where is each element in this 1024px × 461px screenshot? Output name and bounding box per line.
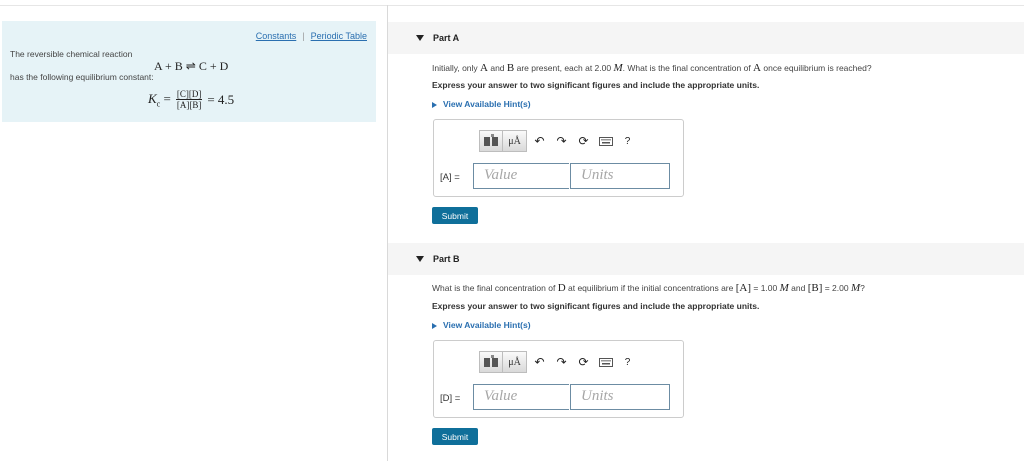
kc-fraction: [C][D] [A][B] xyxy=(175,89,203,110)
redo-icon[interactable]: ↷ xyxy=(552,130,571,152)
kc-numerator: [C][D] xyxy=(175,89,203,100)
expand-triangle-icon xyxy=(432,101,437,108)
question-text: . What is the final concentration of xyxy=(622,63,754,73)
species-a: A xyxy=(480,62,488,74)
part-a-instructions: Express your answer to two significant f… xyxy=(432,80,760,90)
species-a: A xyxy=(753,62,761,74)
units-icon[interactable]: μÅ xyxy=(503,351,527,373)
part-b-section: Part B What is the final concentration o… xyxy=(388,243,1024,461)
top-rule xyxy=(0,5,1024,6)
question-text: = 2.00 xyxy=(822,283,851,293)
part-b-header[interactable]: Part B xyxy=(388,243,1024,275)
problem-info-panel: Constants | Periodic Table The reversible … xyxy=(2,21,376,122)
kc-symbol: K xyxy=(148,90,157,106)
molarity-unit: M xyxy=(779,282,789,294)
question-text: once equilibrium is reached? xyxy=(761,63,872,73)
units-label: μÅ xyxy=(508,135,521,147)
expand-triangle-icon xyxy=(432,322,437,329)
equilibrium-constant-expression: Kc = [C][D] [A][B] = 4.5 xyxy=(148,89,235,110)
kc-subscript: c xyxy=(156,99,161,109)
part-a-units-input[interactable]: Units xyxy=(570,163,670,189)
question-text: are present, each at 2.00 xyxy=(514,63,614,73)
question-text: at equilibrium if the initial concentrat… xyxy=(565,283,736,293)
collapse-caret-icon[interactable] xyxy=(416,256,424,262)
question-text: = 1.00 xyxy=(751,283,780,293)
part-b-hint-toggle[interactable]: View Available Hint(s) xyxy=(432,320,531,330)
part-b-question: What is the final concentration of D at … xyxy=(432,282,865,294)
resource-links: Constants | Periodic Table xyxy=(256,31,367,41)
link-separator: | xyxy=(302,31,305,41)
conc-a: [A] xyxy=(735,282,752,294)
question-text: What is the final concentration of xyxy=(432,283,558,293)
question-text: and xyxy=(788,283,808,293)
constant-text: has the following equilibrium constant: xyxy=(10,72,154,82)
part-b-value-input[interactable]: Value xyxy=(473,384,569,410)
molarity-unit: M xyxy=(850,282,861,294)
redo-icon[interactable]: ↷ xyxy=(552,351,571,373)
templates-icon[interactable] xyxy=(479,130,503,152)
templates-icon[interactable] xyxy=(479,351,503,373)
math-toolbar: μÅ ↶ ↷ ⟳ ? xyxy=(479,351,637,373)
species-d: D xyxy=(557,282,566,294)
part-b-units-input[interactable]: Units xyxy=(570,384,670,410)
part-a-submit-button[interactable]: Submit xyxy=(432,207,478,224)
kc-denominator: [A][B] xyxy=(176,100,202,110)
question-text: and xyxy=(487,63,507,73)
reset-icon[interactable]: ⟳ xyxy=(574,351,593,373)
kc-value: = 4.5 xyxy=(207,91,235,107)
help-icon[interactable]: ? xyxy=(618,351,637,373)
part-b-variable-label: [D] = xyxy=(440,393,461,404)
part-a-header[interactable]: Part A xyxy=(388,22,1024,54)
part-b-submit-button[interactable]: Submit xyxy=(432,428,478,445)
keyboard-icon[interactable] xyxy=(596,130,615,152)
reaction-equation: A + B ⇌ C + D xyxy=(154,59,229,73)
reset-icon[interactable]: ⟳ xyxy=(574,130,593,152)
part-a-question: Initially, only A and B are present, eac… xyxy=(432,62,872,74)
help-icon[interactable]: ? xyxy=(618,130,637,152)
math-toolbar: μÅ ↶ ↷ ⟳ ? xyxy=(479,130,637,152)
part-b-title: Part B xyxy=(433,254,460,264)
question-text: ? xyxy=(860,283,865,293)
part-b-instructions: Express your answer to two significant f… xyxy=(432,301,760,311)
part-a-answer-box: μÅ ↶ ↷ ⟳ ? [A] = Value Units xyxy=(433,119,684,197)
part-a-section: Part A Initially, only A and B are prese… xyxy=(388,22,1024,232)
conc-b: [B] xyxy=(807,282,823,294)
question-text: Initially, only xyxy=(432,63,481,73)
undo-icon[interactable]: ↶ xyxy=(530,130,549,152)
molarity-unit: M xyxy=(613,62,623,74)
part-a-variable-label: [A] = xyxy=(440,172,460,183)
undo-icon[interactable]: ↶ xyxy=(530,351,549,373)
part-b-answer-box: μÅ ↶ ↷ ⟳ ? [D] = Value Units xyxy=(433,340,684,418)
part-a-title: Part A xyxy=(433,33,460,43)
hint-label: View Available Hint(s) xyxy=(443,320,531,330)
collapse-caret-icon[interactable] xyxy=(416,35,424,41)
part-a-hint-toggle[interactable]: View Available Hint(s) xyxy=(432,99,531,109)
hint-label: View Available Hint(s) xyxy=(443,99,531,109)
intro-text: The reversible chemical reaction xyxy=(10,49,133,59)
units-icon[interactable]: μÅ xyxy=(503,130,527,152)
constants-link[interactable]: Constants xyxy=(256,31,297,41)
part-a-value-input[interactable]: Value xyxy=(473,163,569,189)
units-label: μÅ xyxy=(508,356,521,368)
periodic-table-link[interactable]: Periodic Table xyxy=(311,31,367,41)
keyboard-icon[interactable] xyxy=(596,351,615,373)
